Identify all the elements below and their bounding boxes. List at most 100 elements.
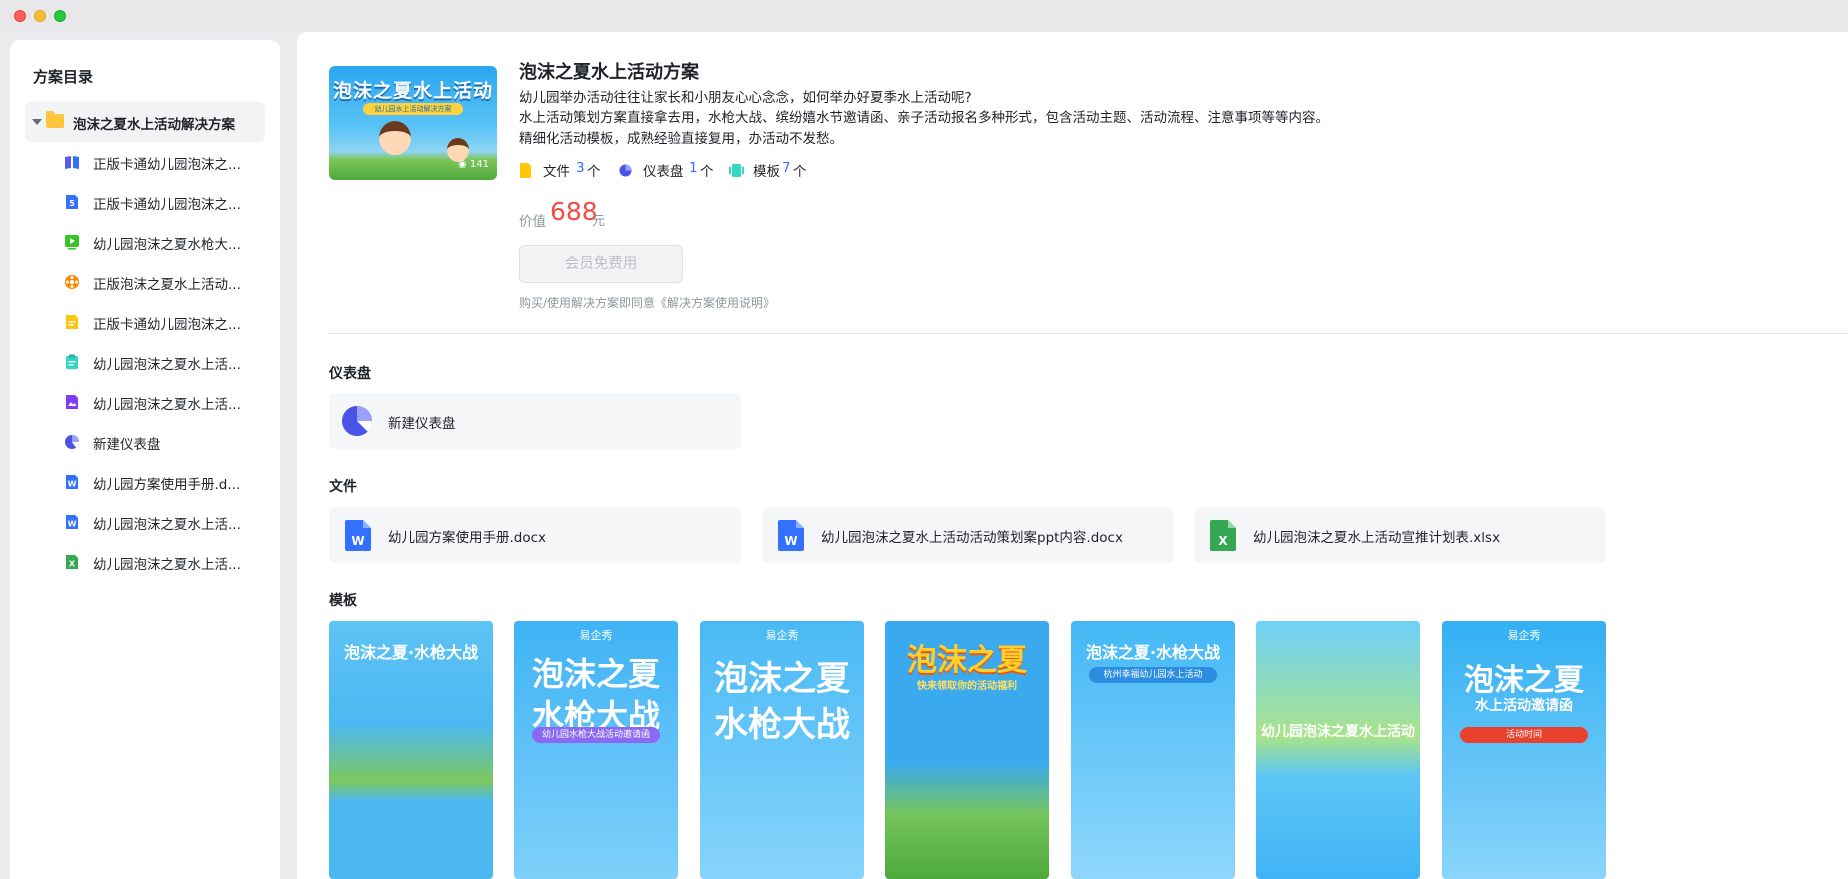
svg-text:W: W	[351, 534, 364, 548]
solution-desc-line: 精细化活动模板，成熟经验直接复用，办活动不发愁。	[519, 131, 843, 147]
sidebar-item[interactable]: 幼儿园泡沫之夏水上活...	[64, 342, 264, 382]
close-window-button[interactable]	[14, 10, 26, 22]
template-title: 泡沫之夏	[907, 643, 1027, 678]
template-subtitle: 水上活动邀请函	[1475, 698, 1573, 714]
sidebar-item[interactable]: 幼儿园泡沫之夏水上活...	[64, 382, 264, 422]
dashboard-card[interactable]: 新建仪表盘	[329, 393, 741, 449]
view-count-value: 141	[469, 159, 489, 170]
cover-kid-illustration	[379, 121, 411, 155]
template-brand: 易企秀	[579, 629, 613, 642]
clipboard-icon	[66, 354, 78, 369]
solution-desc-line: 水上活动策划方案直接拿去用，水枪大战、缤纷嬉水节邀请函、亲子活动报名多种形式，包…	[519, 110, 1329, 126]
dashboard-icon	[619, 164, 632, 177]
template-title: 泡沫之夏	[714, 659, 850, 699]
stat-unit: 个	[700, 164, 714, 180]
agreement-text[interactable]: 购买/使用解决方案即同意《解决方案使用说明》	[519, 294, 775, 311]
templates-section-title: 模板	[329, 593, 357, 609]
zoom-window-button[interactable]	[54, 10, 66, 22]
sidebar-item-label: 幼儿园泡沫之夏水上活...	[93, 517, 241, 533]
cover-title: 泡沫之夏水上活动	[332, 80, 493, 102]
template-brand: 易企秀	[1507, 629, 1541, 642]
template-subtitle: 快来领取你的活动福利	[917, 681, 1017, 692]
sidebar-item[interactable]: X 幼儿园泡沫之夏水上活...	[64, 542, 264, 582]
dashboard-card-label: 新建仪表盘	[388, 416, 456, 432]
video-icon	[65, 235, 79, 250]
cover-band: 幼儿园水上活动解决方案	[363, 103, 463, 115]
svg-text:5: 5	[69, 199, 75, 208]
template-title: 泡沫之夏·水枪大战	[343, 643, 479, 662]
sidebar-item[interactable]: 5 正版卡通幼儿园泡沫之...	[64, 182, 264, 222]
image-icon	[66, 395, 78, 409]
template-card[interactable]: 泡沫之夏 快来领取你的活动福利	[885, 621, 1049, 879]
stat-count: 1	[689, 160, 698, 176]
template-card[interactable]: 易企秀 泡沫之夏 水上活动邀请函 活动时间	[1442, 621, 1606, 879]
sidebar-item[interactable]: 新建仪表盘	[64, 422, 264, 462]
template-icon	[729, 164, 744, 177]
sidebar-item[interactable]: 正版卡通幼儿园泡沫之...	[64, 142, 264, 182]
word-icon: W	[66, 515, 78, 529]
dashboard-icon	[65, 435, 79, 449]
minimize-window-button[interactable]	[34, 10, 46, 22]
html-file-icon: 5	[66, 195, 78, 209]
template-title: 泡沫之夏·水枪大战	[1085, 643, 1221, 662]
caret-down-icon[interactable]	[32, 119, 42, 125]
svg-text:W: W	[68, 480, 77, 489]
files-section-title: 文件	[329, 479, 357, 495]
stat-unit: 个	[793, 164, 807, 180]
file-icon	[520, 163, 531, 178]
sidebar-item[interactable]: 正版泡沫之夏水上活动...	[64, 262, 264, 302]
file-card[interactable]: W 幼儿园泡沫之夏水上活动活动策划案ppt内容.docx	[762, 507, 1174, 563]
template-card[interactable]: 易企秀 泡沫之夏 水枪大战	[700, 621, 864, 879]
template-card[interactable]: 易企秀 泡沫之夏 水枪大战 幼儿园水枪大战活动邀请函	[514, 621, 678, 879]
sidebar-item-label: 幼儿园泡沫之夏水上活...	[93, 397, 241, 413]
price-unit: 元	[592, 214, 606, 229]
sidebar-item[interactable]: W 幼儿园泡沫之夏水上活...	[64, 502, 264, 542]
sidebar-item-label: 幼儿园泡沫之夏水上活...	[93, 557, 241, 573]
solution-desc-line: 幼儿园举办活动往往让家长和小朋友心心念念，如何举办好夏季水上活动呢?	[519, 90, 972, 106]
template-brand: 易企秀	[765, 629, 799, 642]
template-pill: 活动时间	[1460, 727, 1588, 743]
solution-cover-image[interactable]: 泡沫之夏水上活动 幼儿园水上活动解决方案 ◉ 141	[329, 66, 497, 180]
svg-text:X: X	[69, 560, 76, 569]
svg-text:W: W	[68, 520, 77, 529]
file-card[interactable]: W 幼儿园方案使用手册.docx	[329, 507, 741, 563]
stat-label: 仪表盘	[643, 164, 684, 180]
svg-text:X: X	[1218, 534, 1228, 548]
excel-icon: X	[66, 555, 78, 569]
file-card[interactable]: X 幼儿园泡沫之夏水上活动宣推计划表.xlsx	[1194, 507, 1606, 563]
main-panel: 泡沫之夏水上活动 幼儿园水上活动解决方案 ◉ 141 泡沫之夏水上活动方案 幼儿…	[297, 32, 1848, 879]
template-card[interactable]: 泡沫之夏·水枪大战	[329, 621, 493, 879]
doc-yellow-icon	[66, 315, 78, 329]
sidebar-title: 方案目录	[33, 68, 94, 86]
flower-icon	[65, 275, 79, 289]
member-free-use-button[interactable]: 会员免费用	[519, 245, 683, 283]
sidebar-item[interactable]: 幼儿园泡沫之夏水枪大...	[64, 222, 264, 262]
template-card[interactable]: 幼儿园泡沫之夏水上活动	[1256, 621, 1420, 879]
stat-count: 7	[782, 160, 791, 176]
dashboard-pie-icon	[342, 406, 372, 436]
divider	[329, 333, 1848, 334]
sidebar-item-label: 幼儿园泡沫之夏水上活...	[93, 357, 241, 373]
sidebar-item-label: 幼儿园方案使用手册.d...	[93, 477, 241, 493]
tree-root-solution[interactable]: 泡沫之夏水上活动解决方案	[25, 102, 265, 142]
template-title: 泡沫之夏	[531, 655, 660, 693]
sidebar-item-label: 正版泡沫之夏水上活动...	[93, 277, 241, 293]
template-card[interactable]: 泡沫之夏·水枪大战 杭州幸福幼儿园水上活动	[1071, 621, 1235, 879]
sidebar-item-label: 正版卡通幼儿园泡沫之...	[93, 317, 241, 333]
view-count: ◉ 141	[458, 159, 489, 170]
file-name: 幼儿园方案使用手册.docx	[388, 530, 547, 546]
template-subtitle: 水枪大战	[714, 705, 850, 745]
file-name: 幼儿园泡沫之夏水上活动宣推计划表.xlsx	[1253, 530, 1501, 546]
sidebar: 方案目录 泡沫之夏水上活动解决方案 正版卡通幼儿园泡沫之... 5 正版卡通幼儿…	[10, 40, 280, 879]
word-file-icon: W	[778, 520, 804, 551]
sidebar-item-label: 幼儿园泡沫之夏水枪大...	[93, 237, 241, 253]
sidebar-item[interactable]: 正版卡通幼儿园泡沫之...	[64, 302, 264, 342]
sidebar-item[interactable]: W 幼儿园方案使用手册.d...	[64, 462, 264, 502]
price-label: 价值	[519, 214, 546, 230]
stat-label: 文件	[543, 164, 570, 180]
word-file-icon: W	[345, 520, 371, 551]
solution-title: 泡沫之夏水上活动方案	[519, 62, 699, 83]
stat-label: 模板	[753, 164, 780, 180]
file-name: 幼儿园泡沫之夏水上活动活动策划案ppt内容.docx	[821, 530, 1123, 546]
template-title: 泡沫之夏	[1464, 663, 1584, 698]
